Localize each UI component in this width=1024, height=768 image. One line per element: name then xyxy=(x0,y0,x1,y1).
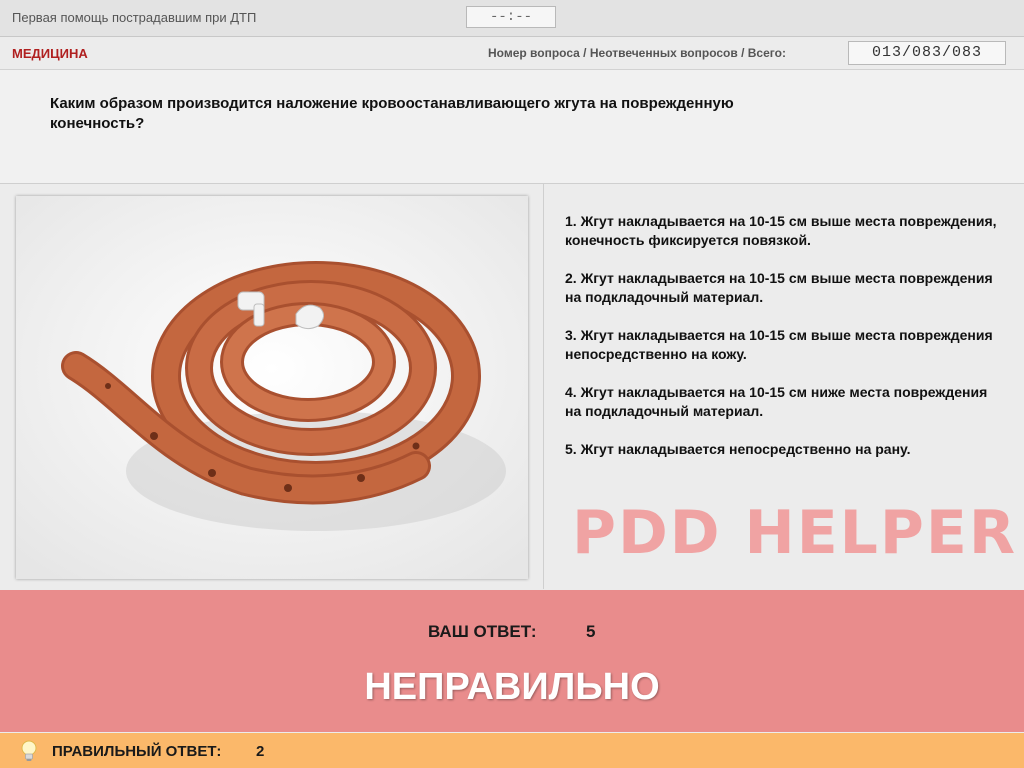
watermark-logo: PDD HELPER xyxy=(572,498,1018,568)
your-answer-value: 5 xyxy=(586,622,596,641)
result-panel: ВАШ ОТВЕТ: 5 НЕПРАВИЛЬНО xyxy=(0,590,1024,732)
question-area: Каким образом производится наложение кро… xyxy=(0,70,1024,184)
question-text: Каким образом производится наложение кро… xyxy=(50,95,734,132)
question-image xyxy=(16,196,528,579)
question-counter: 013/083/083 xyxy=(848,41,1006,65)
answers-panel: 1. Жгут накладывается на 10-15 см выше м… xyxy=(544,184,1024,589)
timer-display: --:-- xyxy=(466,6,556,28)
answer-option-5[interactable]: 5. Жгут накладывается непосредственно на… xyxy=(565,440,1005,459)
top-bar: Первая помощь пострадавшим при ДТП --:-- xyxy=(0,0,1024,37)
your-answer-label: ВАШ ОТВЕТ: xyxy=(428,622,537,641)
answer-option-4[interactable]: 4. Жгут накладывается на 10-15 см ниже м… xyxy=(565,383,1005,421)
category-bar: МЕДИЦИНА Номер вопроса / Неотвеченных во… xyxy=(0,37,1024,70)
image-panel xyxy=(0,184,544,589)
correct-answer-label: ПРАВИЛЬНЫЙ ОТВЕТ: xyxy=(52,743,222,760)
verdict-text: НЕПРАВИЛЬНО xyxy=(364,666,660,708)
question-counter-label: Номер вопроса / Неотвеченных вопросов / … xyxy=(488,46,786,60)
answer-option-1[interactable]: 1. Жгут накладывается на 10-15 см выше м… xyxy=(565,212,1005,250)
correct-answer-bar: ПРАВИЛЬНЫЙ ОТВЕТ: 2 xyxy=(0,733,1024,768)
answer-option-2[interactable]: 2. Жгут накладывается на 10-15 см выше м… xyxy=(565,269,1005,307)
lightbulb-icon xyxy=(21,740,37,761)
ticket-title: Первая помощь пострадавшим при ДТП xyxy=(12,10,257,25)
correct-answer-value: 2 xyxy=(256,743,265,760)
category-label: МЕДИЦИНА xyxy=(12,46,88,61)
tourniquet-illustration xyxy=(16,196,528,579)
answer-option-3[interactable]: 3. Жгут накладывается на 10-15 см выше м… xyxy=(565,326,1005,364)
